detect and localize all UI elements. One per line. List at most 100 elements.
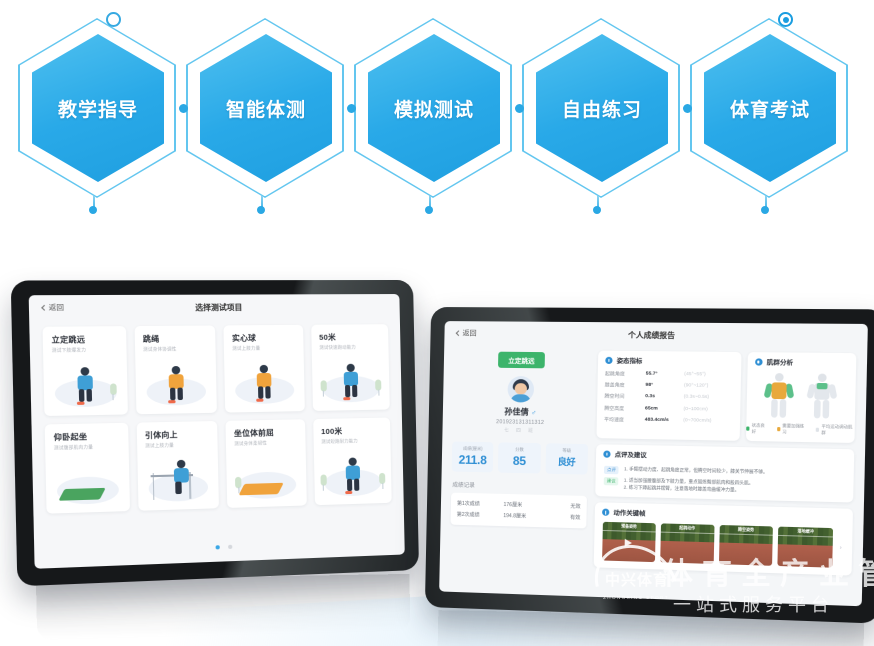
video-panel: 动作关键帧 预备姿势 起跳动作 腾空姿势 落地缓冲 › — [593, 502, 853, 576]
pager-dot-2[interactable] — [228, 544, 233, 549]
hex-connector-dot-icon — [179, 104, 188, 113]
card-title: 立定跳远 — [51, 334, 86, 345]
record-attempt: 第1次成绩 — [456, 500, 480, 508]
card-subtitle: 测试身体协调性 — [143, 346, 177, 352]
sit-and-reach-illustration — [226, 449, 306, 508]
stat-label: 成绩(厘米) — [462, 445, 483, 452]
hundred-meter-illustration — [313, 447, 391, 506]
metric-key: 膝盖角度 — [604, 383, 625, 389]
analysis-column: 姿态指标 起跳角度 55.7° (45°~55°) 膝盖角度 98° (90°~… — [593, 350, 857, 598]
hex-item-4[interactable]: 体育考试 — [682, 0, 856, 225]
comment-text: 1. 手臂摆动力度、起跳角度正常，但腾空时间较少，膝关节伸展不够。 — [624, 466, 768, 475]
test-item-card[interactable]: 实心球 测试上肢力量 — [223, 324, 305, 413]
test-item-card[interactable]: 100米 测试短跑耐力能力 — [312, 417, 392, 506]
left-screen-header: 返回 选择测试项目 — [29, 294, 400, 323]
male-icon: ♂ — [530, 409, 537, 417]
video-thumbnail[interactable]: 预备姿势 — [602, 522, 656, 563]
metric-value: 98° — [645, 383, 654, 389]
legend-item: 需要加强练习 — [776, 423, 807, 436]
hex-label: 智能体测 — [225, 99, 306, 121]
card-subtitle: 测试身体柔韧性 — [234, 440, 268, 447]
video-thumbnail[interactable]: 起跳动作 — [659, 523, 714, 565]
record-section-label: 成绩记录 — [452, 482, 475, 490]
body-back-figure — [806, 373, 838, 419]
record-table: 第1次成绩 176厘米 无效 第2次成绩 194.8厘米 有效 — [450, 492, 587, 529]
stat-grade: 等级 良好 — [545, 443, 589, 475]
student-summary-column: 立定跳远 孙佳倩 ♂ 201923131311312 七 四 班 成绩(厘米) … — [449, 349, 590, 588]
test-item-card[interactable]: 仰卧起坐 测试腹部肌肉力量 — [44, 422, 130, 514]
chevron-right-icon[interactable]: › — [838, 528, 844, 568]
pager-dot-1[interactable] — [215, 545, 220, 550]
hex-item-3[interactable]: 自由练习 — [514, 0, 692, 225]
test-item-card[interactable]: 跳绳 测试身体协调性 — [134, 325, 217, 415]
video-thumbnail[interactable]: 腾空姿势 — [718, 525, 774, 567]
card-subtitle: 测试腹部肌肉力量 — [53, 444, 94, 451]
hex-bottom-dot-icon — [89, 206, 97, 214]
student-class: 七 四 班 — [504, 427, 536, 433]
stat-row: 成绩(厘米) 211.8 分数 85 等级 良好 — [451, 441, 589, 475]
panel-title: 姿态指标 — [616, 357, 643, 366]
metrics-table: 起跳角度 55.7° (45°~55°) 膝盖角度 98° (90°~120°) — [597, 368, 741, 433]
metric-value: 0.3s — [645, 394, 656, 400]
comment-body: 点评 1. 手臂摆动力度、起跳角度正常，但腾空时间较少，膝关节伸展不够。 建议 … — [595, 462, 854, 503]
metric-range: (45°~55°) — [684, 372, 706, 378]
muscle-panel: 肌群分析 状态良好 需要加强练习 平均运动调动肌群 — [745, 352, 857, 443]
test-item-card[interactable]: 引体向上 测试上肢力量 — [136, 420, 219, 511]
metric-key: 腾空高度 — [604, 406, 625, 412]
hex-connector-dot-icon — [683, 104, 692, 113]
card-title: 跳绳 — [142, 334, 160, 344]
record-status: 无效 — [570, 503, 581, 511]
hex-item-0[interactable]: 教学指导 — [10, 0, 188, 225]
hex-label: 教学指导 — [57, 99, 138, 121]
stat-value: 211.8 — [458, 452, 487, 468]
video-thumbnail-list: 预备姿势 起跳动作 腾空姿势 落地缓冲 › — [594, 520, 853, 576]
record-row: 第2次成绩 194.8厘米 有效 — [457, 509, 581, 523]
long-jump-illustration — [43, 356, 127, 416]
hex-bottom-dot-icon — [257, 206, 265, 214]
card-title: 实心球 — [231, 333, 257, 343]
body-front-figure — [763, 373, 795, 419]
hex-item-2[interactable]: 模拟测试 — [346, 0, 524, 225]
comment-icon — [603, 450, 611, 458]
solid-ball-illustration — [224, 354, 304, 412]
carousel-pager[interactable] — [34, 529, 405, 561]
muscle-figures — [746, 370, 856, 422]
stat-score-cm: 成绩(厘米) 211.8 — [451, 441, 494, 473]
metric-key: 起跳角度 — [604, 372, 625, 378]
test-item-card[interactable]: 50米 测试快速跑动能力 — [310, 324, 390, 411]
student-id: 201923131311312 — [496, 419, 545, 427]
video-icon — [602, 508, 610, 517]
panel-title: 肌群分析 — [766, 359, 794, 368]
metric-value: 65cm — [644, 405, 658, 412]
stat-label: 分数 — [515, 446, 524, 452]
hex-label: 模拟测试 — [393, 99, 474, 121]
test-item-card[interactable]: 坐位体前屈 测试身体柔韧性 — [225, 419, 307, 508]
hex-label: 自由练习 — [561, 99, 642, 121]
pullup-illustration — [137, 451, 219, 511]
play-icon[interactable] — [625, 538, 633, 548]
card-title: 50米 — [319, 332, 336, 342]
record-value: 194.8厘米 — [503, 513, 527, 520]
info-icon — [605, 356, 613, 365]
page-title: 个人成绩报告 — [627, 330, 676, 341]
body-icon — [754, 358, 763, 366]
card-title: 坐位体前屈 — [233, 427, 275, 439]
comment-group: 建议 1. 适当加强腰腹部及下肢力量，重点锻炼臀部肌肉和股四头肌。 2. 练习下… — [603, 477, 845, 496]
right-screen-header: 返回 个人成绩报告 — [444, 321, 868, 351]
panel-title: 点评及建议 — [614, 451, 647, 460]
avatar — [507, 375, 535, 403]
test-item-card[interactable]: 立定跳远 测试下肢爆发力 — [42, 326, 128, 417]
stat-value: 良好 — [557, 456, 576, 468]
panel-header: 姿态指标 — [598, 351, 741, 370]
hex-connector-dot-icon — [347, 104, 356, 113]
record-status: 有效 — [569, 514, 581, 522]
suggestion-lines: 1. 适当加强腰腹部及下肢力量，重点锻炼臀部肌肉和股四头肌。 2. 练习下蹲起跳… — [624, 477, 754, 494]
hex-item-1[interactable]: 智能体测 — [178, 0, 356, 225]
stat-value: 85 — [512, 453, 526, 469]
video-thumbnail[interactable]: 落地缓冲 — [777, 526, 834, 568]
hex-ring-active-icon — [778, 12, 793, 27]
muscle-legend: 状态良好 需要加强练习 平均运动调动肌群 — [746, 420, 855, 443]
legend-item: 平均运动调动肌群 — [815, 424, 855, 437]
situp-illustration — [45, 453, 129, 514]
card-subtitle: 测试快速跑动能力 — [319, 344, 356, 351]
